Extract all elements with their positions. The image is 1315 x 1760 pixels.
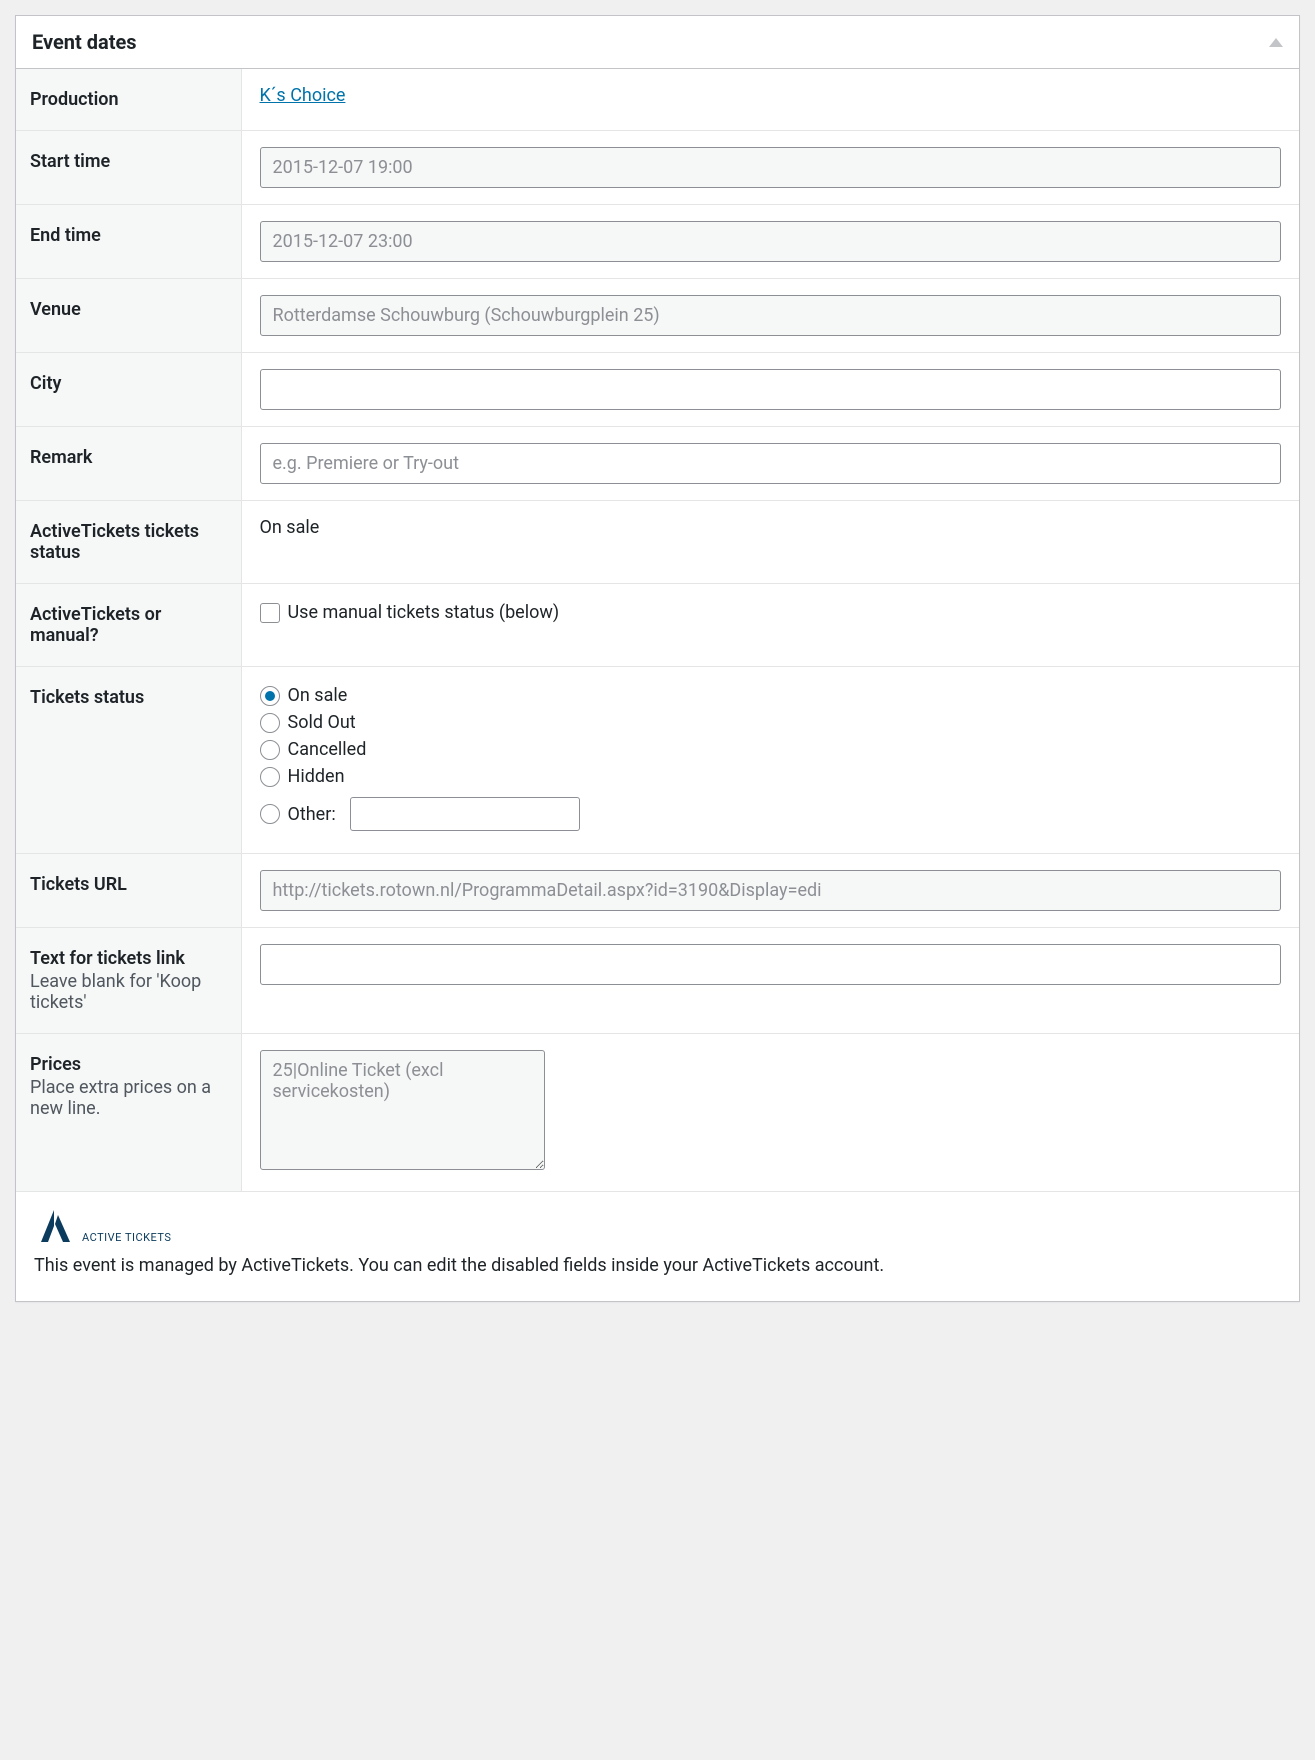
form-table: Production K´s Choice Start time End tim… <box>16 69 1299 1192</box>
at-or-manual-label: ActiveTickets or manual? <box>16 584 241 667</box>
production-label: Production <box>16 69 241 131</box>
status-option-label: Hidden <box>288 766 345 787</box>
footer-message: This event is managed by ActiveTickets. … <box>34 1252 1281 1279</box>
venue-label: Venue <box>16 279 241 353</box>
status-option-soldout[interactable]: Sold Out <box>260 712 1282 733</box>
radio-icon[interactable] <box>260 686 280 706</box>
city-input[interactable] <box>260 369 1282 410</box>
manual-checkbox[interactable] <box>260 603 280 623</box>
event-dates-panel: Event dates Production K´s Choice Start … <box>15 15 1300 1302</box>
panel-title: Event dates <box>32 30 137 54</box>
status-option-onsale[interactable]: On sale <box>260 685 1282 706</box>
radio-icon[interactable] <box>260 740 280 760</box>
activetickets-logo-icon <box>34 1208 76 1244</box>
radio-icon[interactable] <box>260 804 280 824</box>
remark-input[interactable] <box>260 443 1282 484</box>
end-time-label: End time <box>16 205 241 279</box>
status-option-cancelled[interactable]: Cancelled <box>260 739 1282 760</box>
prices-textarea <box>260 1050 545 1170</box>
label-text: Prices <box>30 1054 81 1075</box>
label-text: Text for tickets link <box>30 948 185 969</box>
city-label: City <box>16 353 241 427</box>
at-status-label: ActiveTickets tickets status <box>16 501 241 584</box>
manual-checkbox-label: Use manual tickets status (below) <box>288 602 560 623</box>
at-status-value: On sale <box>260 517 320 538</box>
status-option-label: Sold Out <box>288 712 356 733</box>
status-option-label: On sale <box>288 685 348 706</box>
panel-header: Event dates <box>16 16 1299 69</box>
end-time-input <box>260 221 1282 262</box>
status-other-input[interactable] <box>350 797 580 831</box>
footer-note: ACTIVE TICKETS This event is managed by … <box>16 1192 1299 1301</box>
status-option-hidden[interactable]: Hidden <box>260 766 1282 787</box>
radio-icon[interactable] <box>260 713 280 733</box>
start-time-input <box>260 147 1282 188</box>
tickets-link-text-label: Text for tickets link Leave blank for 'K… <box>16 928 241 1034</box>
start-time-label: Start time <box>16 131 241 205</box>
status-other-label: Other: <box>288 804 336 825</box>
collapse-toggle-icon[interactable] <box>1269 38 1283 47</box>
manual-checkbox-row[interactable]: Use manual tickets status (below) <box>260 602 1282 623</box>
status-option-label: Cancelled <box>288 739 367 760</box>
label-hint: Place extra prices on a new line. <box>30 1077 227 1119</box>
activetickets-logo: ACTIVE TICKETS <box>34 1208 1281 1244</box>
radio-icon[interactable] <box>260 767 280 787</box>
label-hint: Leave blank for 'Koop tickets' <box>30 971 227 1013</box>
status-option-other[interactable]: Other: <box>260 797 1282 831</box>
remark-label: Remark <box>16 427 241 501</box>
production-link[interactable]: K´s Choice <box>260 85 346 106</box>
tickets-link-text-input[interactable] <box>260 944 1282 985</box>
tickets-url-label: Tickets URL <box>16 854 241 928</box>
prices-label: Prices Place extra prices on a new line. <box>16 1034 241 1192</box>
tickets-url-input <box>260 870 1282 911</box>
venue-input <box>260 295 1282 336</box>
activetickets-logo-text: ACTIVE TICKETS <box>82 1231 171 1244</box>
tickets-status-label: Tickets status <box>16 667 241 854</box>
